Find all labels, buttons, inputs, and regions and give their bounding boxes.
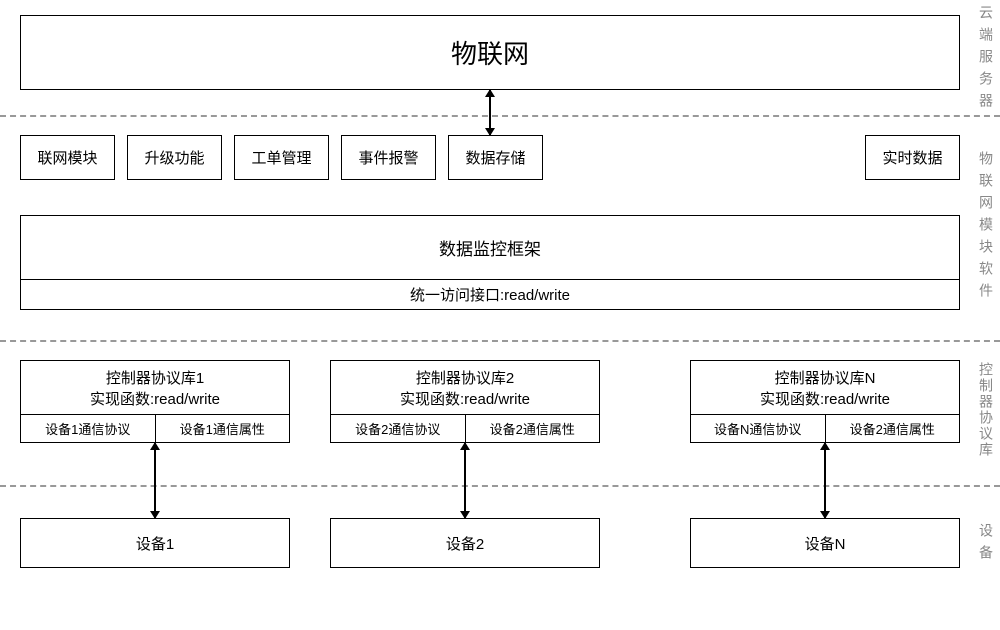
cloud-title: 物联网 bbox=[451, 34, 529, 71]
module-realtime: 实时数据 bbox=[865, 135, 960, 180]
module-upgrade: 升级功能 bbox=[127, 135, 222, 180]
divider-2 bbox=[0, 340, 1000, 342]
side-label-devices: 设备 bbox=[976, 495, 996, 595]
module-storage: 数据存储 bbox=[448, 135, 543, 180]
device-1: 设备1 bbox=[20, 518, 290, 568]
controller-2-attr: 设备2通信属性 bbox=[465, 415, 601, 443]
arrow-dev-n bbox=[824, 443, 826, 518]
module-alarm: 事件报警 bbox=[341, 135, 436, 180]
controller-n: 控制器协议库N 实现函数:read/write 设备N通信协议 设备2通信属性 bbox=[690, 360, 960, 443]
side-label-cloud: 云端服务器 bbox=[976, 5, 996, 115]
side-label-controllers: 控制器协议库 bbox=[976, 345, 996, 475]
controller-1-protocol: 设备1通信协议 bbox=[20, 415, 155, 443]
arrow-cloud-software bbox=[489, 90, 491, 135]
framework-box: 数据监控框架 bbox=[20, 215, 960, 280]
controller-n-protocol: 设备N通信协议 bbox=[690, 415, 825, 443]
controller-2: 控制器协议库2 实现函数:read/write 设备2通信协议 设备2通信属性 bbox=[330, 360, 600, 443]
divider-1 bbox=[0, 115, 1000, 117]
side-label-software: 物联网模块软件 bbox=[976, 120, 996, 335]
controller-1-attr: 设备1通信属性 bbox=[155, 415, 291, 443]
interface-box: 统一访问接口:read/write bbox=[20, 280, 960, 310]
divider-3 bbox=[0, 485, 1000, 487]
device-n: 设备N bbox=[690, 518, 960, 568]
cloud-box: 物联网 bbox=[20, 15, 960, 90]
arrow-dev-2 bbox=[464, 443, 466, 518]
module-network: 联网模块 bbox=[20, 135, 115, 180]
controller-2-protocol: 设备2通信协议 bbox=[330, 415, 465, 443]
module-workorder: 工单管理 bbox=[234, 135, 329, 180]
arrow-dev-1 bbox=[154, 443, 156, 518]
controller-1: 控制器协议库1 实现函数:read/write 设备1通信协议 设备1通信属性 bbox=[20, 360, 290, 443]
controller-n-attr: 设备2通信属性 bbox=[825, 415, 961, 443]
device-2: 设备2 bbox=[330, 518, 600, 568]
